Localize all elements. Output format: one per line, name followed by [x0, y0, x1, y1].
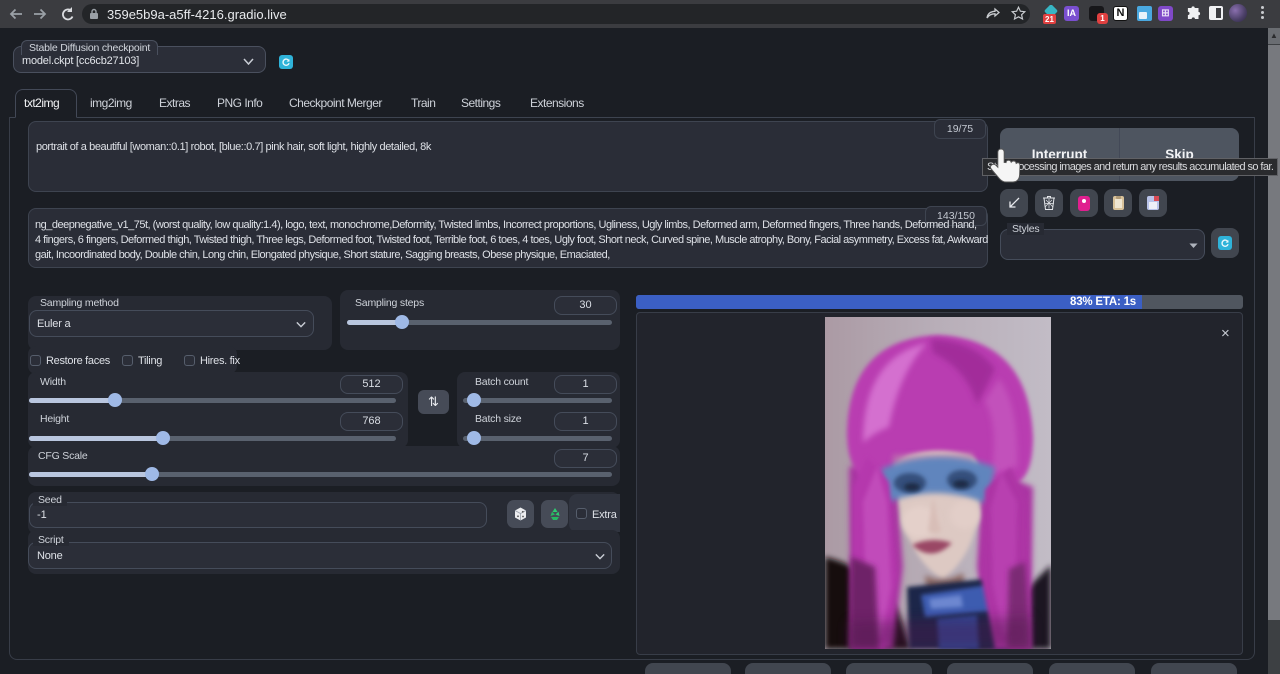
svg-text:21: 21: [1045, 15, 1054, 24]
